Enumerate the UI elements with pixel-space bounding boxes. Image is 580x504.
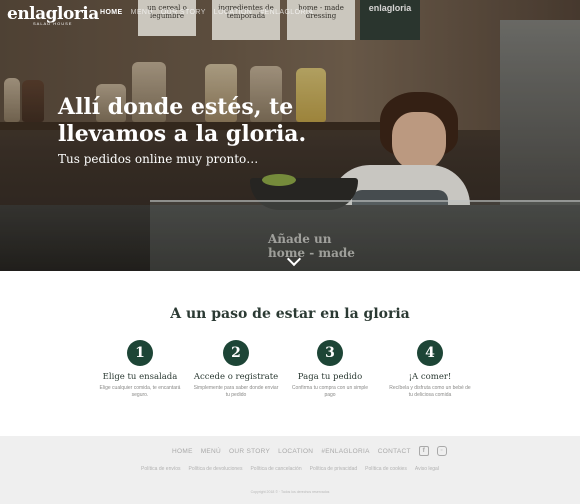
legal-link-aviso[interactable]: Aviso legal bbox=[415, 466, 439, 472]
footer-nav-home[interactable]: HOME bbox=[172, 448, 193, 455]
instagram-icon[interactable]: ◦ bbox=[436, 446, 447, 456]
step-description: Elige cualquier comida, te encantará seg… bbox=[99, 385, 181, 398]
main-nav: HOME MENÚ OUR STORY LOCATION #ENLAGLORIA bbox=[100, 9, 313, 16]
footer-nav: HOME MENÚ OUR STORY LOCATION #ENLAGLORIA… bbox=[172, 446, 447, 456]
nav-item-menu[interactable]: MENÚ bbox=[131, 9, 153, 16]
step-description: Confirma tu compra con un simple pago bbox=[291, 385, 369, 398]
step-description: Recíbela y disfruta como un bebé de tu d… bbox=[389, 385, 471, 398]
step-number-badge: 4 bbox=[417, 340, 443, 366]
legal-link-envios[interactable]: Política de envíos bbox=[141, 466, 180, 472]
footer-nav-location[interactable]: LOCATION bbox=[278, 448, 313, 455]
nav-item-our-story[interactable]: OUR STORY bbox=[161, 9, 206, 16]
footer-copyright: Copyright 2018 © · Todos los derechos re… bbox=[250, 490, 330, 494]
step-3: 3 Paga tu pedido Confirma tu compra con … bbox=[275, 340, 385, 399]
legal-link-devoluciones[interactable]: Política de devoluciones bbox=[189, 466, 243, 472]
nav-item-enlagloria[interactable]: #ENLAGLORIA bbox=[260, 9, 313, 16]
step-4: 4 ¡A comer! Recíbela y disfruta como un … bbox=[375, 340, 485, 399]
step-title: Paga tu pedido bbox=[297, 372, 363, 382]
footer-legal-links: Política de envíos Política de devolucio… bbox=[0, 466, 580, 472]
footer-nav-menu[interactable]: MENÚ bbox=[201, 448, 221, 455]
footer-nav-enlagloria[interactable]: #ENLAGLORIA bbox=[321, 448, 369, 455]
legal-link-cancelacion[interactable]: Política de cancelación bbox=[250, 466, 301, 472]
step-number-badge: 2 bbox=[223, 340, 249, 366]
step-number-badge: 1 bbox=[127, 340, 153, 366]
step-title: ¡A comer! bbox=[408, 372, 452, 382]
brand-tagline: SALAD HOUSE bbox=[33, 21, 73, 26]
steps-section-title: A un paso de estar en la gloria bbox=[170, 306, 410, 322]
nav-item-home[interactable]: HOME bbox=[100, 9, 123, 16]
step-1: 1 Elige tu ensalada Elige cualquier comi… bbox=[85, 340, 195, 399]
nav-item-location[interactable]: LOCATION bbox=[214, 9, 252, 16]
footer-nav-our-story[interactable]: OUR STORY bbox=[229, 448, 270, 455]
legal-link-privacidad[interactable]: Política de privacidad bbox=[310, 466, 358, 472]
facebook-icon[interactable]: f bbox=[418, 446, 429, 456]
step-title: Elige tu ensalada bbox=[102, 372, 178, 382]
step-number-badge: 3 bbox=[317, 340, 343, 366]
legal-link-cookies[interactable]: Política de cookies bbox=[365, 466, 407, 472]
hero-title: Allí donde estés, te llevamos a la glori… bbox=[58, 94, 307, 147]
hero-glass-text: Añade un home - made bbox=[268, 232, 355, 260]
footer-nav-contact[interactable]: CONTACT bbox=[378, 448, 411, 455]
hero-subtitle: Tus pedidos online muy pronto… bbox=[58, 152, 259, 166]
